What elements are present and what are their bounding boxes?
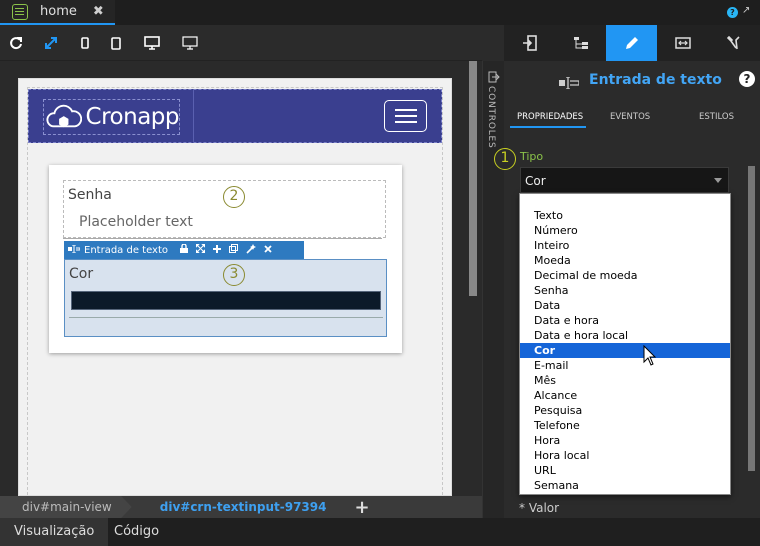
mouse-cursor-icon [643, 345, 657, 366]
add-icon[interactable] [213, 244, 222, 256]
dropdown-option[interactable]: Decimal de moeda [520, 268, 730, 283]
view-tabs: Visualização Código [0, 518, 760, 546]
password-underline [63, 238, 382, 239]
tipo-select[interactable]: Cor [520, 167, 729, 193]
tab-edit-icon[interactable] [606, 25, 657, 61]
dropdown-option[interactable]: Inteiro [520, 238, 730, 253]
help-icon[interactable]: ? [727, 7, 738, 18]
cloud-icon [46, 104, 82, 128]
breadcrumb: div#main-view div#crn-textinput-97394 + [0, 496, 482, 518]
dropdown-option[interactable]: Semana [520, 478, 730, 493]
panel-help-icon[interactable]: ? [739, 71, 755, 87]
fullscreen-icon[interactable] [41, 33, 61, 53]
page-preview: Cronapp Senha Placeholder text 2 Entrada… [18, 78, 452, 505]
component-toolbar-label: Entrada de texto [84, 244, 169, 256]
file-icon [12, 3, 28, 20]
logo[interactable]: Cronapp [43, 99, 180, 135]
dropdown-option[interactable]: Data e hora [520, 313, 730, 328]
color-underline [69, 317, 383, 318]
expand-icon[interactable]: ↗ [742, 5, 750, 16]
dropdown-option[interactable]: E-mail [520, 358, 730, 373]
tab-close-icon[interactable]: ✖ [93, 4, 104, 19]
dropdown-option[interactable]: Alcance [520, 388, 730, 403]
chevron-down-icon [714, 178, 722, 183]
dropdown-option[interactable]: Cor [520, 343, 730, 358]
step-badge-2: 2 [223, 186, 245, 208]
color-input[interactable] [71, 291, 381, 310]
design-canvas: Cronapp Senha Placeholder text 2 Entrada… [0, 61, 482, 505]
tipo-dropdown-list[interactable]: Texto Número Inteiro Moeda Decimal de moeda S… [519, 193, 731, 495]
subtab-active-indicator [510, 126, 586, 128]
move-icon[interactable] [195, 243, 206, 256]
tab-tools-icon[interactable] [708, 25, 759, 61]
controls-panel-toggle[interactable]: CONTROLES [482, 61, 504, 518]
color-field[interactable]: Cor 3 [64, 259, 387, 337]
panel-title: Entrada de texto [589, 72, 722, 88]
breadcrumb-add-icon[interactable]: + [354, 497, 369, 518]
panel-scrollbar[interactable] [748, 166, 755, 471]
dropdown-option[interactable]: Data e hora local [520, 328, 730, 343]
dropdown-option[interactable]: Pesquisa [520, 403, 730, 418]
lock-icon[interactable] [180, 243, 189, 256]
monitor-icon[interactable] [180, 33, 200, 53]
component-toolbar[interactable]: Entrada de texto [64, 241, 304, 259]
phone-portrait-icon[interactable] [75, 33, 95, 53]
dropdown-option[interactable]: Senha [520, 283, 730, 298]
controls-label: CONTROLES [486, 86, 496, 149]
dropdown-option[interactable]: Telefone [520, 418, 730, 433]
delete-icon[interactable] [264, 244, 272, 256]
navbar[interactable]: Cronapp [28, 89, 442, 143]
dropdown-option[interactable]: Número [520, 223, 730, 238]
dropdown-option[interactable]: Texto [520, 208, 730, 223]
top-bar: home ✖ ? ↗ [0, 0, 760, 25]
canvas-scrollbar[interactable] [469, 61, 477, 296]
tipo-label: Tipo [520, 150, 544, 163]
tablet-icon[interactable] [106, 33, 126, 53]
tab-home[interactable]: home ✖ [0, 0, 115, 25]
color-label: Cor [69, 266, 94, 282]
tab-home-label: home [40, 4, 77, 19]
dropdown-option[interactable]: Hora local [520, 448, 730, 463]
logo-text: Cronapp [85, 104, 180, 130]
breadcrumb-main-view[interactable]: div#main-view [0, 496, 132, 518]
subtab-propriedades[interactable]: PROPRIEDADES [517, 112, 583, 122]
tipo-select-value: Cor [525, 174, 546, 188]
tab-resize-icon[interactable] [657, 25, 708, 61]
tab-visualizacao[interactable]: Visualização [0, 518, 109, 546]
form-card: Senha Placeholder text 2 Entrada de text… [49, 165, 402, 353]
dropdown-option[interactable]: Moeda [520, 253, 730, 268]
menu-toggle-button[interactable] [384, 100, 427, 132]
dropdown-option[interactable]: Mês [520, 373, 730, 388]
password-label: Senha [68, 187, 112, 203]
controls-icon [488, 71, 500, 83]
desktop-icon[interactable] [142, 33, 162, 53]
tab-tree-icon[interactable] [555, 25, 606, 61]
textinput-component-icon [559, 74, 580, 93]
password-field[interactable]: Senha Placeholder text 2 [63, 180, 386, 238]
dropdown-option[interactable]: Hora [520, 433, 730, 448]
copy-icon[interactable] [229, 244, 239, 256]
canvas-toolbar [0, 25, 482, 61]
right-panel-tabs [504, 25, 760, 61]
subtab-estilos[interactable]: ESTILOS [699, 112, 734, 122]
breadcrumb-textinput[interactable]: div#crn-textinput-97394 [132, 496, 339, 518]
tab-import-icon[interactable] [504, 25, 555, 61]
valor-label: * Valor [519, 501, 560, 515]
subtab-eventos[interactable]: EVENTOS [610, 112, 650, 122]
step-badge-1: 1 [494, 148, 516, 170]
tab-codigo[interactable]: Código [100, 518, 173, 546]
dropdown-option[interactable]: Data [520, 298, 730, 313]
step-badge-3: 3 [223, 264, 245, 286]
dropdown-option[interactable]: URL [520, 463, 730, 478]
textinput-icon [68, 244, 81, 256]
navbar-divider [193, 90, 194, 143]
refresh-icon[interactable] [6, 33, 26, 53]
magic-wand-icon[interactable] [246, 243, 257, 257]
password-placeholder: Placeholder text [79, 214, 193, 230]
